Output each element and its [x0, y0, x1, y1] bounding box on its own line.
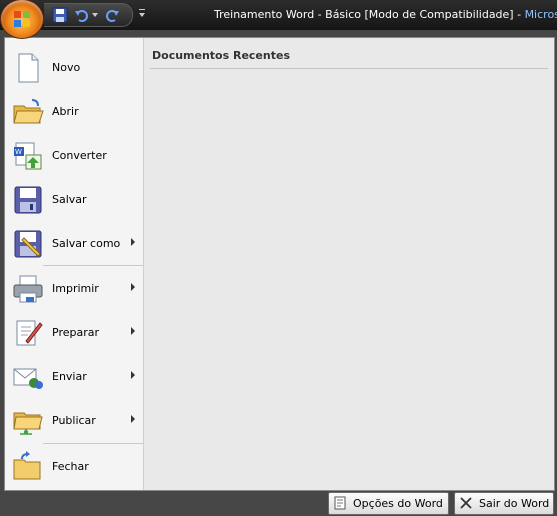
menu-item-label: Novo	[52, 61, 81, 74]
menu-item-label: Publicar	[52, 414, 96, 427]
printer-icon	[13, 275, 43, 303]
word-options-button[interactable]: Opções do Word	[328, 492, 449, 515]
redo-icon[interactable]	[104, 7, 120, 23]
menu-item-enviar[interactable]: Enviar	[7, 357, 141, 397]
send-icon	[13, 368, 43, 389]
recent-documents-title: Documentos Recentes	[152, 49, 290, 62]
close-icon	[460, 497, 472, 509]
app-name: Microsoft	[524, 8, 557, 21]
close-folder-icon	[13, 451, 41, 480]
recent-divider	[150, 68, 548, 69]
menu-item-label: Converter	[52, 149, 107, 162]
save-icon[interactable]	[52, 7, 68, 23]
word-options-label: Opções do Word	[353, 497, 443, 510]
document-title: Treinamento Word - Básico [Modo de Compa…	[214, 8, 525, 21]
office-menu: Novo Abrir W Converter Salvar Salvar com…	[4, 37, 555, 491]
options-icon	[334, 496, 346, 510]
submenu-arrow-icon	[131, 327, 135, 335]
menu-item-novo[interactable]: Novo	[7, 48, 141, 88]
office-menu-commands: Novo Abrir W Converter Salvar Salvar com…	[5, 38, 144, 490]
menu-item-salvar-como[interactable]: Salvar como	[7, 224, 141, 264]
submenu-arrow-icon	[131, 415, 135, 423]
menu-item-salvar[interactable]: Salvar	[7, 180, 141, 220]
menu-item-label: Salvar como	[52, 237, 121, 250]
publish-icon	[13, 412, 43, 435]
recent-documents-panel: Documentos Recentes	[144, 38, 554, 490]
office-logo-icon	[14, 11, 30, 27]
convert-icon: W	[14, 142, 42, 170]
prepare-icon	[16, 320, 43, 346]
quick-access-toolbar	[44, 3, 133, 27]
menu-item-label: Preparar	[52, 326, 99, 339]
menu-separator	[43, 265, 143, 266]
submenu-arrow-icon	[131, 371, 135, 379]
menu-item-label: Salvar	[52, 193, 87, 206]
undo-icon[interactable]	[74, 7, 90, 23]
menu-item-label: Imprimir	[52, 282, 99, 295]
menu-item-imprimir[interactable]: Imprimir	[7, 269, 141, 309]
open-folder-icon	[13, 99, 44, 124]
submenu-arrow-icon	[131, 283, 135, 291]
save-as-icon	[14, 230, 42, 258]
menu-item-fechar[interactable]: Fechar	[7, 447, 141, 487]
new-document-icon	[18, 53, 39, 83]
menu-item-abrir[interactable]: Abrir	[7, 92, 141, 132]
menu-item-label: Enviar	[52, 370, 87, 383]
window-title: Treinamento Word - Básico [Modo de Compa…	[214, 8, 557, 21]
svg-text:W: W	[15, 148, 22, 156]
menu-item-publicar[interactable]: Publicar	[7, 401, 141, 441]
title-bar: Treinamento Word - Básico [Modo de Compa…	[0, 0, 557, 30]
exit-word-button[interactable]: Sair do Word	[454, 492, 554, 515]
menu-item-preparar[interactable]: Preparar	[7, 313, 141, 353]
customize-toolbar-icon[interactable]	[138, 8, 146, 18]
menu-item-label: Abrir	[52, 105, 79, 118]
undo-dropdown-icon[interactable]	[92, 13, 98, 17]
submenu-arrow-icon	[131, 238, 135, 246]
exit-word-label: Sair do Word	[479, 497, 550, 510]
save-icon	[14, 186, 42, 214]
menu-separator	[43, 443, 143, 444]
office-button[interactable]	[1, 0, 43, 38]
word-window: Treinamento Word - Básico [Modo de Compa…	[0, 0, 557, 516]
menu-item-converter[interactable]: W Converter	[7, 136, 141, 176]
menu-item-label: Fechar	[52, 460, 89, 473]
